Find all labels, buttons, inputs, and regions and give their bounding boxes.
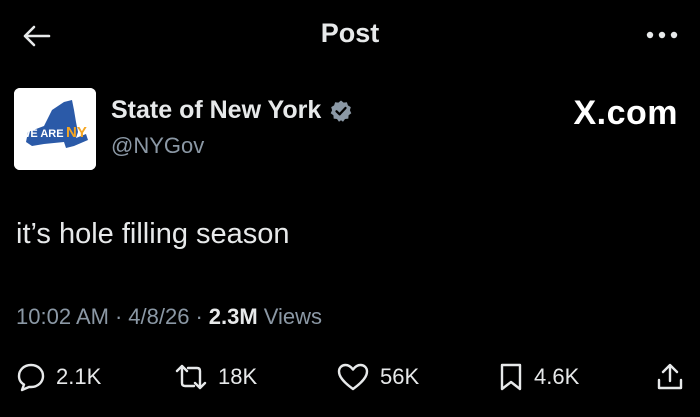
avatar[interactable]: WE ARE NY <box>14 88 96 170</box>
reply-button[interactable]: 2.1K <box>16 362 101 392</box>
reply-icon <box>17 363 45 392</box>
page-title: Post <box>320 18 380 48</box>
meta-separator: · <box>195 304 203 329</box>
post-page: Post WE ARE NY State of New York @NYGov … <box>0 0 700 417</box>
author-handle[interactable]: @NYGov <box>111 133 204 159</box>
action-bar: 2.1K 18K 56K 4.6K <box>0 362 700 402</box>
svg-text:NY: NY <box>66 124 87 141</box>
bookmark-count: 4.6K <box>534 364 580 389</box>
post-date[interactable]: 4/8/26 <box>128 304 189 330</box>
post-text: it’s hole filling season <box>16 218 290 250</box>
repost-icon <box>175 364 207 390</box>
like-button[interactable]: 56K <box>336 362 419 392</box>
post-time[interactable]: 10:02 AM <box>16 304 109 330</box>
author-name-label: State of New York <box>111 96 322 124</box>
like-icon <box>337 363 369 391</box>
back-button[interactable] <box>16 18 56 54</box>
repost-button[interactable]: 18K <box>174 362 257 392</box>
watermark: X.com <box>573 94 678 132</box>
bookmark-icon <box>500 363 522 391</box>
back-arrow-icon <box>23 25 51 47</box>
repost-count: 18K <box>218 364 258 389</box>
more-icon <box>646 31 678 39</box>
meta-separator: · <box>114 304 123 329</box>
more-options-button[interactable] <box>642 20 682 50</box>
reply-count: 2.1K <box>56 364 102 389</box>
svg-text:WE ARE: WE ARE <box>20 128 64 140</box>
verified-badge-icon <box>330 100 352 122</box>
ny-state-logo: WE ARE NY <box>14 88 96 170</box>
views-label: Views <box>263 304 322 329</box>
like-count: 56K <box>380 364 420 389</box>
post-meta: 10:02 AM · 4/8/26 · 2.3M Views <box>16 304 322 330</box>
views-count: 2.3M <box>208 304 258 329</box>
author-name[interactable]: State of New York <box>111 96 353 125</box>
share-icon <box>657 363 683 390</box>
share-button[interactable] <box>656 362 684 392</box>
bookmark-button[interactable]: 4.6K <box>498 362 579 392</box>
